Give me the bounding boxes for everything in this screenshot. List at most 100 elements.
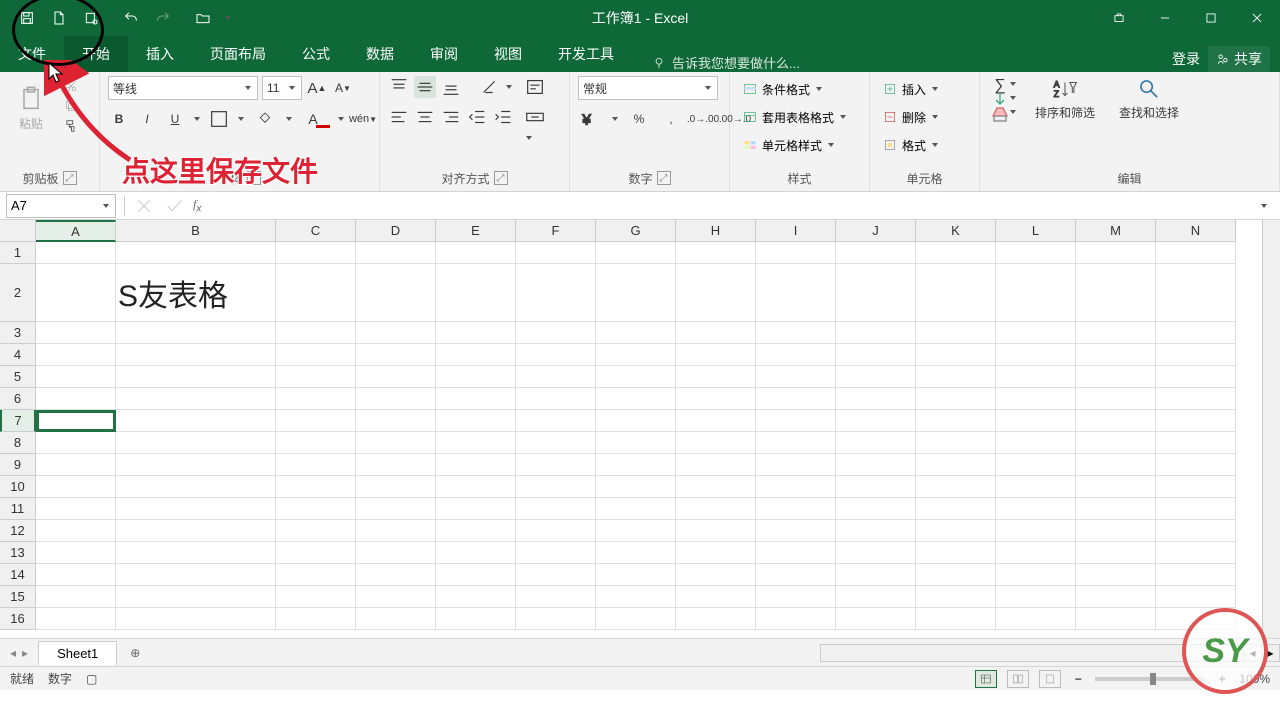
cell[interactable] (116, 520, 276, 542)
cancel-formula-icon[interactable] (133, 195, 155, 217)
cell[interactable] (116, 410, 276, 432)
fill-color-icon[interactable] (252, 108, 278, 130)
cell[interactable] (1076, 264, 1156, 322)
cell[interactable] (1156, 322, 1236, 344)
cell[interactable] (1156, 520, 1236, 542)
cell[interactable] (596, 432, 676, 454)
clear-dropdown[interactable] (1008, 110, 1018, 114)
cell[interactable] (596, 388, 676, 410)
cell[interactable] (756, 476, 836, 498)
row-header[interactable]: 1 (0, 242, 36, 264)
align-dialog-launcher[interactable]: ⤢ (494, 171, 508, 185)
cell[interactable] (276, 542, 356, 564)
cell[interactable] (596, 542, 676, 564)
format-cells-button[interactable]: 格式 (878, 132, 968, 158)
cell[interactable] (676, 410, 756, 432)
cell[interactable] (916, 498, 996, 520)
cell[interactable] (516, 264, 596, 322)
cell[interactable] (116, 542, 276, 564)
cell[interactable] (36, 476, 116, 498)
cell[interactable] (916, 366, 996, 388)
cell[interactable] (516, 388, 596, 410)
cell[interactable] (36, 608, 116, 630)
cell[interactable] (996, 608, 1076, 630)
sheet-nav-last-icon[interactable]: ▸ (22, 646, 28, 660)
cell[interactable] (596, 476, 676, 498)
cell[interactable] (996, 564, 1076, 586)
cell[interactable] (36, 344, 116, 366)
cell[interactable] (356, 388, 436, 410)
cell[interactable] (356, 520, 436, 542)
cell[interactable] (276, 476, 356, 498)
maximize-icon[interactable] (1188, 0, 1234, 36)
cell[interactable] (276, 366, 356, 388)
cell[interactable] (36, 322, 116, 344)
zoom-out-button[interactable]: − (1071, 672, 1085, 686)
cell[interactable] (36, 264, 116, 322)
cell[interactable] (1156, 344, 1236, 366)
cell[interactable] (436, 410, 516, 432)
cell[interactable] (1156, 242, 1236, 264)
cell[interactable] (836, 498, 916, 520)
cell[interactable] (916, 344, 996, 366)
paste-button[interactable]: 粘贴 (8, 76, 54, 140)
cell[interactable] (356, 564, 436, 586)
cell[interactable] (516, 410, 596, 432)
cell[interactable] (36, 366, 116, 388)
cell[interactable] (596, 322, 676, 344)
cell[interactable] (836, 564, 916, 586)
cell[interactable] (1076, 242, 1156, 264)
cell[interactable] (276, 410, 356, 432)
row-header[interactable]: 4 (0, 344, 36, 366)
cell[interactable] (596, 498, 676, 520)
cell[interactable] (276, 388, 356, 410)
font-name-select[interactable]: 等线 (108, 76, 258, 100)
cell[interactable] (916, 608, 996, 630)
cell[interactable] (356, 242, 436, 264)
cut-icon[interactable] (58, 76, 84, 96)
cell[interactable] (356, 476, 436, 498)
cell[interactable] (1156, 432, 1236, 454)
sheet-tab[interactable]: Sheet1 (38, 641, 117, 665)
decrease-indent-icon[interactable] (466, 106, 488, 128)
cell[interactable] (996, 410, 1076, 432)
cell[interactable] (1076, 542, 1156, 564)
cell[interactable] (836, 322, 916, 344)
cell[interactable] (436, 242, 516, 264)
cell[interactable] (676, 498, 756, 520)
cell[interactable] (436, 542, 516, 564)
cell[interactable] (596, 454, 676, 476)
cell[interactable] (756, 520, 836, 542)
column-header[interactable]: N (1156, 220, 1236, 242)
align-right-icon[interactable] (440, 106, 462, 128)
cell[interactable] (36, 454, 116, 476)
cell[interactable] (116, 322, 276, 344)
cell[interactable] (436, 564, 516, 586)
cell[interactable] (1076, 564, 1156, 586)
undo-icon[interactable] (116, 3, 146, 33)
cell[interactable] (1156, 542, 1236, 564)
tab-data[interactable]: 数据 (348, 36, 412, 72)
cell[interactable] (436, 520, 516, 542)
align-top-icon[interactable] (388, 76, 410, 98)
cell[interactable] (916, 564, 996, 586)
cell[interactable] (676, 586, 756, 608)
row-header[interactable]: 8 (0, 432, 36, 454)
cell[interactable] (1156, 410, 1236, 432)
cell[interactable] (116, 366, 276, 388)
tab-home[interactable]: 开始 (64, 36, 128, 72)
cell[interactable] (836, 586, 916, 608)
cell[interactable] (516, 498, 596, 520)
comma-format-icon[interactable]: , (658, 108, 684, 130)
cell[interactable] (836, 476, 916, 498)
cell[interactable] (676, 454, 756, 476)
cell[interactable] (916, 476, 996, 498)
cell[interactable] (916, 520, 996, 542)
cell[interactable] (436, 476, 516, 498)
redo-icon[interactable] (148, 3, 178, 33)
cell[interactable] (436, 608, 516, 630)
cell[interactable] (756, 388, 836, 410)
accounting-format-icon[interactable]: ¥ (578, 108, 604, 130)
cell[interactable] (996, 586, 1076, 608)
align-center-icon[interactable] (414, 106, 436, 128)
